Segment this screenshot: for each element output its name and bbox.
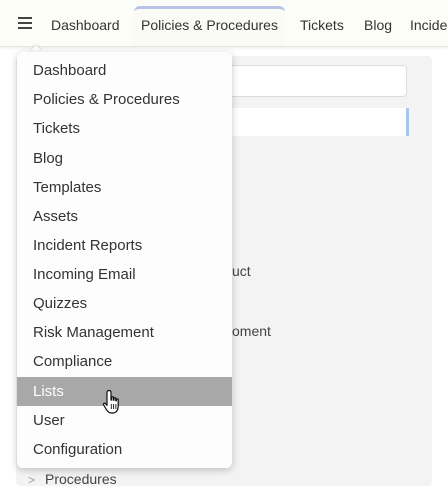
menu-item-user[interactable]: User [17,406,232,435]
menu-item-dashboard[interactable]: Dashboard [17,56,232,85]
menu-item-policies-procedures[interactable]: Policies & Procedures [17,85,232,114]
menu-item-incoming-email[interactable]: Incoming Email [17,260,232,289]
hamburger-icon[interactable] [18,17,32,29]
tab-blog[interactable]: Blog [364,17,392,33]
menu-item-templates[interactable]: Templates [17,173,232,202]
selected-list-row[interactable] [220,108,409,136]
menu-item-tickets[interactable]: Tickets [17,114,232,143]
menu-item-compliance[interactable]: Compliance [17,347,232,376]
chevron-right-icon: > [28,473,36,487]
menu-item-configuration[interactable]: Configuration [17,435,232,464]
tab-policies-procedures[interactable]: Policies & Procedures [141,17,278,33]
tab-tickets[interactable]: Tickets [300,17,344,33]
menu-item-quizzes[interactable]: Quizzes [17,289,232,318]
menu-item-risk-management[interactable]: Risk Management [17,318,232,347]
background-text-fragment: oment [232,323,271,339]
tree-item-procedures[interactable]: > Procedures [28,471,117,487]
tab-incident-reports[interactable]: Incide [410,17,447,33]
menu-caret [29,45,43,52]
top-navigation-bar: Dashboard Policies & Procedures Tickets … [0,0,448,47]
tree-item-label: Procedures [45,471,117,487]
background-text-fragment: uct [232,263,251,279]
menu-item-lists[interactable]: Lists [17,377,232,406]
search-input[interactable] [220,65,407,97]
main-dropdown-menu: Dashboard Policies & Procedures Tickets … [17,52,232,468]
tab-dashboard[interactable]: Dashboard [51,17,120,33]
menu-item-blog[interactable]: Blog [17,144,232,173]
hand-cursor-icon [102,389,119,414]
menu-item-assets[interactable]: Assets [17,202,232,231]
menu-item-incident-reports[interactable]: Incident Reports [17,231,232,260]
